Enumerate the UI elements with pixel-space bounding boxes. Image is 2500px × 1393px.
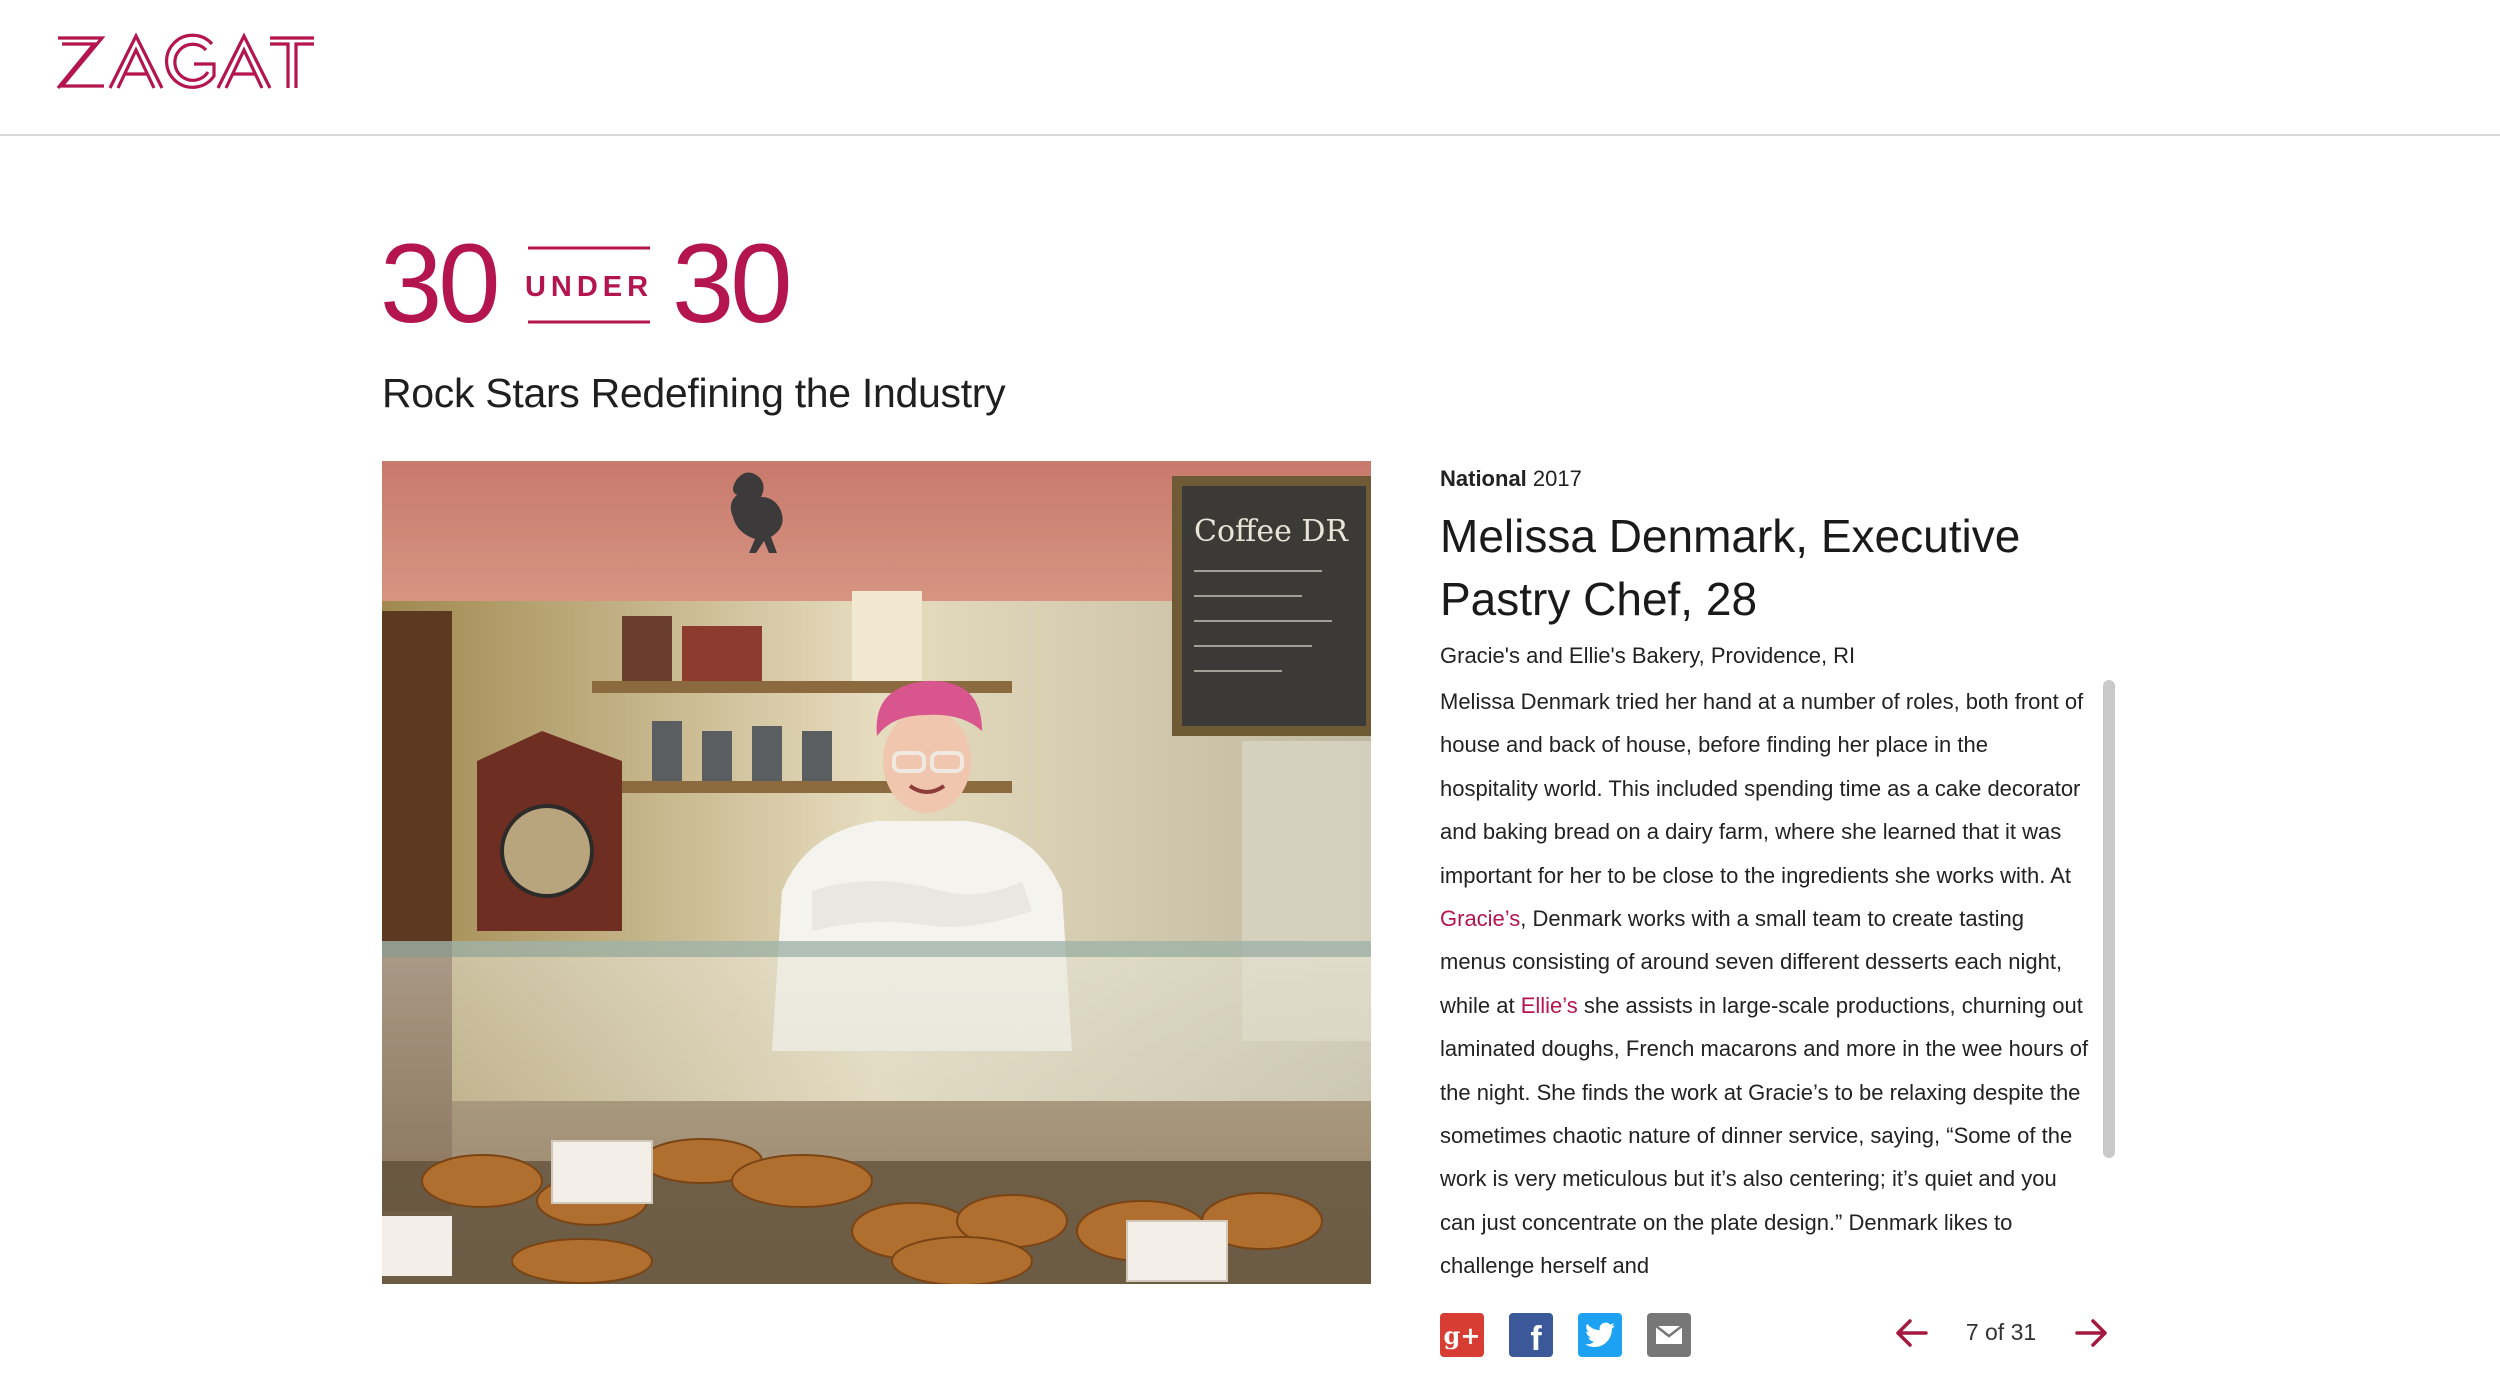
profile-name: Melissa Denmark, Executive Pastry Chef, … bbox=[1440, 510, 2021, 625]
thirty-under-thirty-badge: 30 UNDER 30 bbox=[380, 221, 810, 346]
zagat-logo[interactable] bbox=[56, 28, 316, 98]
share-bar: g+ f bbox=[1440, 1313, 1691, 1357]
twitter-icon[interactable] bbox=[1578, 1313, 1622, 1357]
profile-meta: National 2017 bbox=[1440, 466, 1582, 492]
site-header bbox=[0, 0, 2500, 136]
google-plus-glyph: g+ bbox=[1443, 1320, 1481, 1350]
next-arrow-icon[interactable] bbox=[2073, 1314, 2111, 1352]
bio-text: Melissa Denmark tried her hand at a numb… bbox=[1440, 689, 2084, 888]
profile-region: National bbox=[1440, 466, 1527, 491]
profile-venue: Gracie's and Ellie's Bakery, Providence,… bbox=[1440, 643, 1856, 668]
badge-middle-text: UNDER bbox=[525, 271, 653, 303]
gracies-link[interactable]: Gracie’s bbox=[1440, 906, 1520, 931]
facebook-glyph: f bbox=[1530, 1320, 1542, 1358]
bio-scrollbar[interactable] bbox=[2103, 680, 2115, 1158]
chef-photo: Coffee DR bbox=[382, 461, 1371, 1284]
chalkboard-text: Coffee DR bbox=[1194, 514, 1349, 549]
facebook-icon[interactable]: f bbox=[1509, 1313, 1553, 1357]
pager-count: 7 of 31 bbox=[1965, 1319, 2037, 1345]
profile-bio[interactable]: Melissa Denmark tried her hand at a numb… bbox=[1440, 680, 2090, 1288]
bio-text: she assists in large-scale productions, … bbox=[1440, 992, 2089, 1279]
badge-right-number: 30 bbox=[672, 234, 789, 334]
email-icon[interactable] bbox=[1647, 1313, 1691, 1357]
ellies-link[interactable]: Ellie’s bbox=[1521, 993, 1578, 1018]
page-subtitle: Rock Stars Redefining the Industry bbox=[382, 370, 1006, 416]
badge-left-number: 30 bbox=[380, 234, 497, 334]
previous-arrow-icon[interactable] bbox=[1892, 1314, 1930, 1352]
profile-year: 2017 bbox=[1532, 466, 1582, 491]
google-plus-icon[interactable]: g+ bbox=[1440, 1313, 1484, 1357]
